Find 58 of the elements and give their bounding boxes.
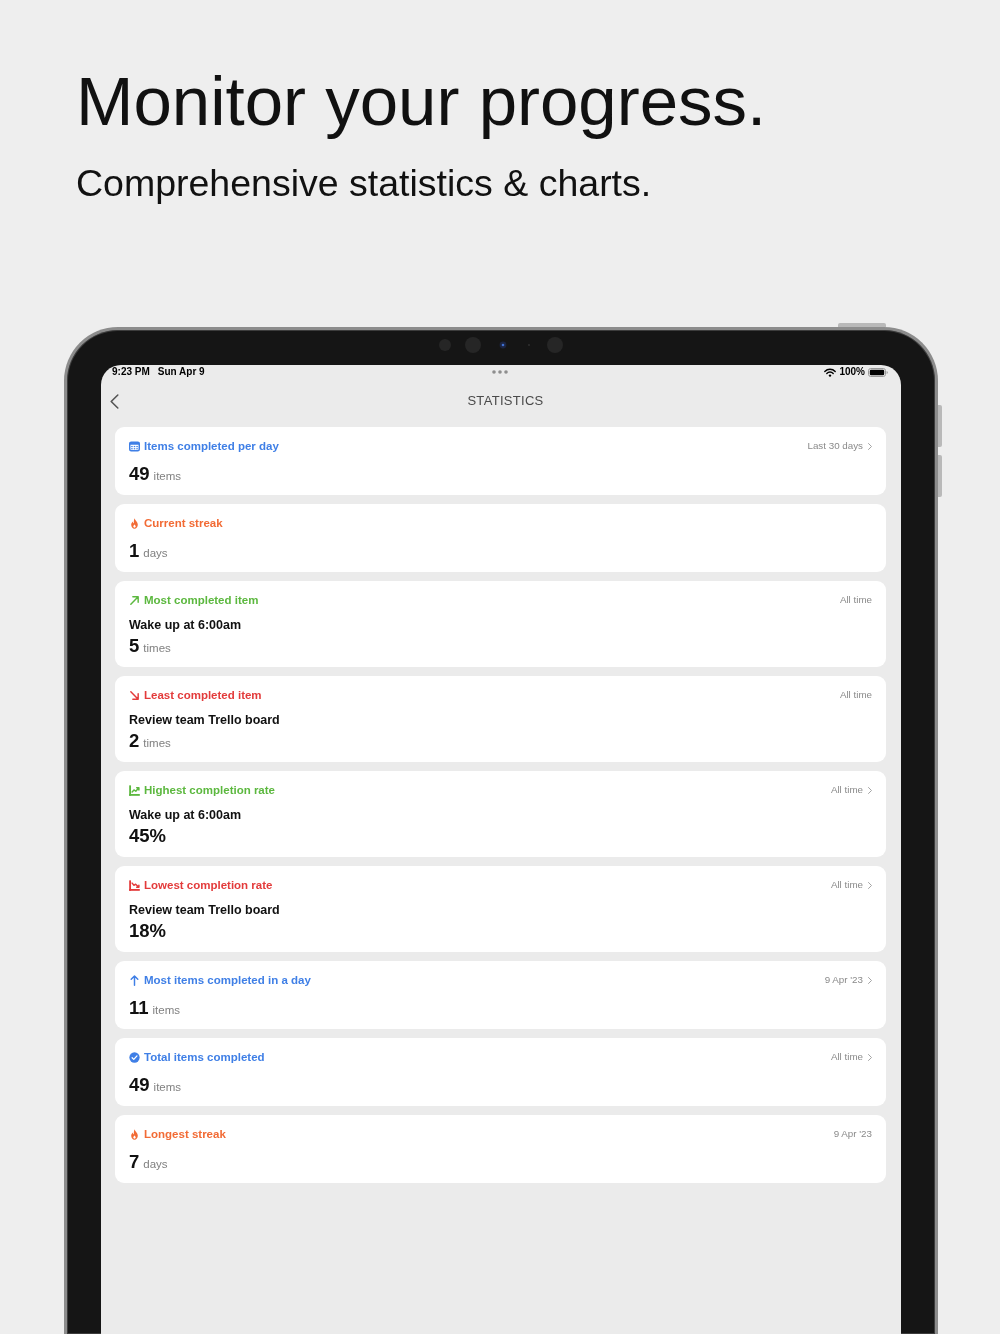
stat-unit: items bbox=[153, 1080, 182, 1095]
back-chevron-icon[interactable] bbox=[110, 393, 119, 409]
card-title: Least completed item bbox=[144, 688, 262, 702]
period-label: All time bbox=[839, 593, 872, 607]
screen-title: STATISTICS bbox=[467, 393, 544, 409]
stat-value: 7 bbox=[129, 1151, 140, 1173]
card-title: Items completed per day bbox=[144, 439, 279, 453]
stat-value: 2 bbox=[129, 730, 140, 752]
period-label: All time bbox=[839, 688, 872, 702]
stat-card[interactable]: Most completed item All time Wake up at 6:00am 5 times bbox=[115, 581, 886, 667]
stat-unit: days bbox=[143, 1157, 168, 1172]
battery-icon bbox=[868, 367, 888, 377]
stat-card[interactable]: Highest completion rate All time Wake up at 6:00am 45% bbox=[115, 771, 886, 857]
item-name: Review team Trello board bbox=[129, 902, 280, 918]
stat-card[interactable]: Least completed item All time Review team Trello board 2 times bbox=[115, 676, 886, 762]
item-name: Wake up at 6:00am bbox=[129, 807, 242, 823]
stat-unit: items bbox=[152, 1003, 181, 1018]
stat-value: 45% bbox=[129, 825, 167, 847]
stat-value: 5 bbox=[129, 635, 140, 657]
multitasking-dots-icon[interactable] bbox=[492, 370, 508, 374]
stat-value: 49 bbox=[129, 1074, 150, 1096]
card-title: Most completed item bbox=[144, 593, 259, 607]
stat-value: 49 bbox=[129, 463, 150, 485]
card-title: Current streak bbox=[144, 516, 223, 530]
stat-card[interactable]: Current streak 1 days bbox=[115, 504, 886, 572]
card-title: Highest completion rate bbox=[144, 783, 275, 797]
card-title: Longest streak bbox=[144, 1127, 226, 1141]
period-label: All time bbox=[830, 1050, 863, 1064]
stat-card[interactable]: Total items completed All time 49 items bbox=[115, 1038, 886, 1106]
stat-card[interactable]: Lowest completion rate All time Review team Trello board 18% bbox=[115, 866, 886, 952]
wifi-icon bbox=[824, 367, 837, 377]
stat-value: 11 bbox=[129, 997, 149, 1019]
card-title: Total items completed bbox=[144, 1050, 265, 1064]
stat-unit: days bbox=[143, 546, 168, 561]
period-label: All time bbox=[830, 783, 863, 797]
period-label: 9 Apr '23 bbox=[824, 973, 863, 987]
top-edge-key-drawing bbox=[838, 323, 886, 327]
period-label: Last 30 days bbox=[807, 439, 863, 453]
side-edge-key-drawing bbox=[938, 405, 942, 447]
stat-unit: times bbox=[143, 641, 171, 656]
side-edge-key-drawing bbox=[938, 455, 942, 497]
status-time: 9:23 PM bbox=[112, 366, 150, 378]
stat-card[interactable]: Most items completed in a day 9 Apr '23 11 items bbox=[115, 961, 886, 1029]
status-date: Sun Apr 9 bbox=[157, 366, 205, 378]
card-title: Most items completed in a day bbox=[144, 973, 311, 987]
period-label: 9 Apr '23 bbox=[833, 1127, 872, 1141]
card-title: Lowest completion rate bbox=[144, 878, 273, 892]
stat-card[interactable]: Items completed per day Last 30 days 49 items bbox=[115, 427, 886, 495]
stat-value: 18% bbox=[129, 920, 167, 942]
item-name: Wake up at 6:00am bbox=[129, 617, 242, 633]
battery-percentage: 100% bbox=[839, 366, 865, 378]
period-label: All time bbox=[830, 878, 863, 892]
stat-unit: times bbox=[143, 736, 171, 751]
item-name: Review team Trello board bbox=[129, 712, 280, 728]
subheadline: Comprehensive statistics & charts. bbox=[76, 164, 652, 202]
stat-card[interactable]: Longest streak 9 Apr '23 7 days bbox=[115, 1115, 886, 1183]
stat-value: 1 bbox=[129, 540, 140, 562]
stat-unit: items bbox=[153, 469, 182, 484]
